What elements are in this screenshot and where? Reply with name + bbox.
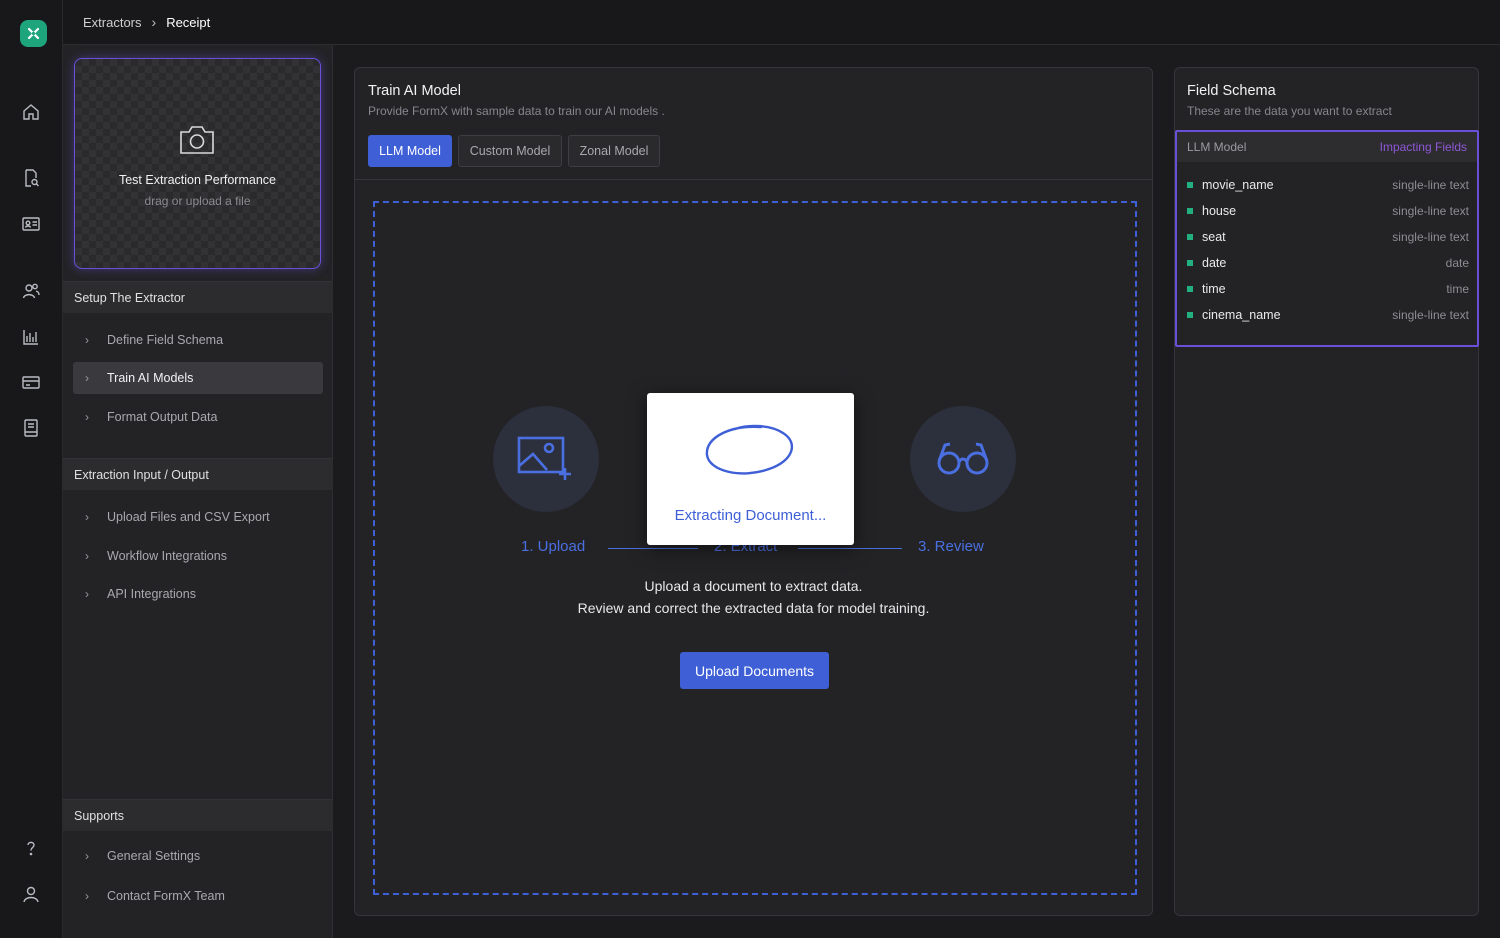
field-type: single-line text — [1392, 178, 1469, 192]
field-row: cinema_name single-line text — [1187, 305, 1469, 325]
step-review-label: 3. Review — [918, 538, 984, 555]
nav-label: Train AI Models — [107, 371, 194, 385]
field-status-dot — [1187, 182, 1193, 188]
chevron-right-icon: › — [85, 333, 89, 347]
formx-logo-icon[interactable] — [20, 20, 47, 47]
book-icon[interactable] — [19, 416, 43, 440]
field-row: date date — [1187, 253, 1469, 273]
field-status-dot — [1187, 208, 1193, 214]
section-supports-header: Supports — [63, 799, 333, 831]
extracting-modal: Extracting Document... — [647, 393, 854, 545]
credit-card-icon[interactable] — [19, 370, 43, 394]
field-type: time — [1446, 282, 1469, 296]
panel-subtitle: Provide FormX with sample data to train … — [368, 104, 665, 118]
nav-contact-formx-team[interactable]: › Contact FormX Team — [73, 880, 323, 912]
step-upload-label: 1. Upload — [521, 538, 586, 555]
nav-general-settings[interactable]: › General Settings — [73, 840, 323, 872]
tab-llm-model[interactable]: LLM Model — [368, 135, 452, 167]
field-name: seat — [1202, 230, 1226, 244]
instruction-line-2: Review and correct the extracted data fo… — [577, 600, 930, 616]
breadcrumb-current: Receipt — [166, 14, 211, 30]
nav-label: Workflow Integrations — [107, 549, 227, 563]
upload-documents-button[interactable]: Upload Documents — [680, 652, 829, 689]
schema-title: Field Schema — [1187, 83, 1276, 99]
nav-label: Upload Files and CSV Export — [107, 510, 270, 524]
nav-define-field-schema[interactable]: › Define Field Schema — [73, 324, 323, 356]
schema-list-header: LLM Model Impacting Fields — [1177, 132, 1477, 162]
chevron-right-icon: › — [85, 371, 89, 385]
step-connector — [798, 548, 902, 549]
extractor-sidebar: Test Extraction Performance drag or uplo… — [63, 45, 333, 938]
nav-workflow-integrations[interactable]: › Workflow Integrations — [73, 540, 323, 572]
nav-label: Format Output Data — [107, 410, 218, 424]
chart-icon[interactable] — [19, 325, 43, 349]
upload-step-circle — [493, 406, 599, 512]
field-schema-panel: Field Schema These are the data you want… — [1174, 67, 1479, 916]
field-type: single-line text — [1392, 230, 1469, 244]
field-row: house single-line text — [1187, 201, 1469, 221]
document-search-icon[interactable] — [19, 166, 43, 190]
help-icon[interactable] — [19, 836, 43, 860]
chevron-right-icon: › — [151, 14, 157, 30]
field-type: date — [1445, 256, 1469, 270]
breadcrumb: Extractors › Receipt — [63, 0, 1500, 45]
section-setup-header: Setup The Extractor — [63, 281, 333, 313]
users-icon[interactable] — [19, 279, 43, 303]
nav-label: General Settings — [107, 849, 201, 863]
impacting-fields-label: Impacting Fields — [1379, 140, 1467, 154]
nav-label: Contact FormX Team — [107, 889, 225, 903]
nav-label: API Integrations — [107, 587, 196, 601]
review-step-circle — [910, 406, 1016, 512]
field-name: cinema_name — [1202, 308, 1281, 322]
glasses-icon — [937, 442, 989, 475]
field-status-dot — [1187, 286, 1193, 292]
home-icon[interactable] — [19, 100, 43, 124]
user-icon[interactable] — [19, 882, 43, 906]
upload-title: Test Extraction Performance — [118, 173, 276, 187]
image-add-icon — [517, 436, 571, 480]
upload-subtitle: drag or upload a file — [144, 194, 251, 208]
chevron-right-icon: › — [85, 549, 89, 563]
loading-scribble-icon — [705, 424, 794, 475]
schema-field-list: LLM Model Impacting Fields movie_name si… — [1175, 130, 1479, 347]
chevron-right-icon: › — [85, 587, 89, 601]
id-card-icon[interactable] — [19, 212, 43, 236]
model-label: LLM Model — [1187, 140, 1247, 154]
divider — [355, 179, 1152, 180]
section-io-header: Extraction Input / Output — [63, 458, 333, 490]
nav-upload-files-csv[interactable]: › Upload Files and CSV Export — [73, 501, 323, 533]
nav-format-output-data[interactable]: › Format Output Data — [73, 401, 323, 433]
field-status-dot — [1187, 312, 1193, 318]
chevron-right-icon: › — [85, 410, 89, 424]
field-name: date — [1202, 256, 1227, 270]
chevron-right-icon: › — [85, 849, 89, 863]
field-status-dot — [1187, 234, 1193, 240]
panel-title: Train AI Model — [368, 83, 461, 99]
field-row: time time — [1187, 279, 1469, 299]
field-name: time — [1202, 282, 1226, 296]
step-connector — [608, 548, 698, 549]
train-ai-model-panel: Train AI Model Provide FormX with sample… — [354, 67, 1153, 916]
field-row: movie_name single-line text — [1187, 175, 1469, 195]
camera-icon — [180, 126, 214, 154]
field-name: house — [1202, 204, 1237, 218]
chevron-right-icon: › — [85, 510, 89, 524]
field-name: movie_name — [1202, 178, 1274, 192]
extracting-status-text: Extracting Document... — [674, 507, 827, 524]
instruction-line-1: Upload a document to extract data. — [644, 578, 863, 594]
chevron-right-icon: › — [85, 889, 89, 903]
test-extraction-upload-zone[interactable]: Test Extraction Performance drag or uplo… — [74, 58, 321, 269]
tab-custom-model[interactable]: Custom Model — [458, 135, 562, 167]
schema-subtitle: These are the data you want to extract — [1187, 104, 1392, 118]
field-type: single-line text — [1392, 308, 1469, 322]
field-status-dot — [1187, 260, 1193, 266]
left-rail — [0, 0, 63, 938]
nav-label: Define Field Schema — [107, 333, 224, 347]
nav-api-integrations[interactable]: › API Integrations — [73, 578, 323, 610]
nav-train-ai-models[interactable]: › Train AI Models — [73, 362, 323, 394]
field-row: seat single-line text — [1187, 227, 1469, 247]
tab-zonal-model[interactable]: Zonal Model — [568, 135, 660, 167]
field-type: single-line text — [1392, 204, 1469, 218]
breadcrumb-extractors-link[interactable]: Extractors — [83, 15, 142, 30]
